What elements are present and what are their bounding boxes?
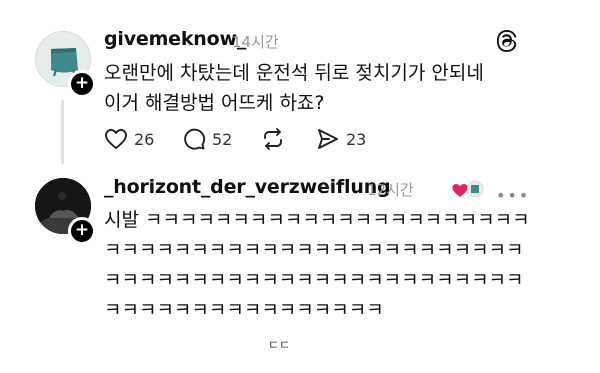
- caption-text: ㄷㄷ: [268, 338, 291, 352]
- comment-button[interactable]: 52: [182, 126, 232, 152]
- comment-bubble-icon: [184, 128, 206, 150]
- timestamp: 14시간: [232, 33, 279, 51]
- username[interactable]: _horizont_der_verzweiflung: [104, 176, 391, 198]
- share-button[interactable]: 23: [316, 126, 366, 152]
- threads-logo-icon[interactable]: [496, 29, 518, 57]
- timestamp: 12시간: [367, 181, 414, 199]
- heart-icon: [105, 129, 127, 149]
- post-text: 오랜만에 차탔는데 운전석 뒤로 젖치기가 안되네 이거 해결방법 어뜨케 하죠…: [104, 62, 484, 114]
- creator-like-heart-icon: [452, 180, 484, 198]
- thread-line: [61, 100, 64, 164]
- repost-button[interactable]: [261, 126, 285, 152]
- share-count: 23: [346, 129, 367, 149]
- send-icon: [318, 129, 338, 149]
- follow-plus-icon[interactable]: +: [68, 217, 96, 245]
- post-text: 시발 ㅋㅋㅋㅋㅋㅋㅋㅋㅋㅋㅋㅋㅋㅋㅋㅋㅋㅋㅋㅋㅋㅋ ㅋㅋㅋㅋㅋㅋㅋㅋㅋㅋㅋㅋㅋㅋ…: [104, 209, 530, 321]
- repost-icon: [264, 128, 282, 150]
- like-button[interactable]: 26: [104, 126, 154, 152]
- comment-count: 52: [212, 129, 233, 149]
- like-count: 26: [134, 129, 155, 149]
- more-options-icon[interactable]: •••: [496, 186, 530, 205]
- follow-plus-icon[interactable]: +: [68, 70, 96, 98]
- creator-liked-badge: [451, 180, 485, 200]
- username[interactable]: givemeknow_: [104, 28, 246, 50]
